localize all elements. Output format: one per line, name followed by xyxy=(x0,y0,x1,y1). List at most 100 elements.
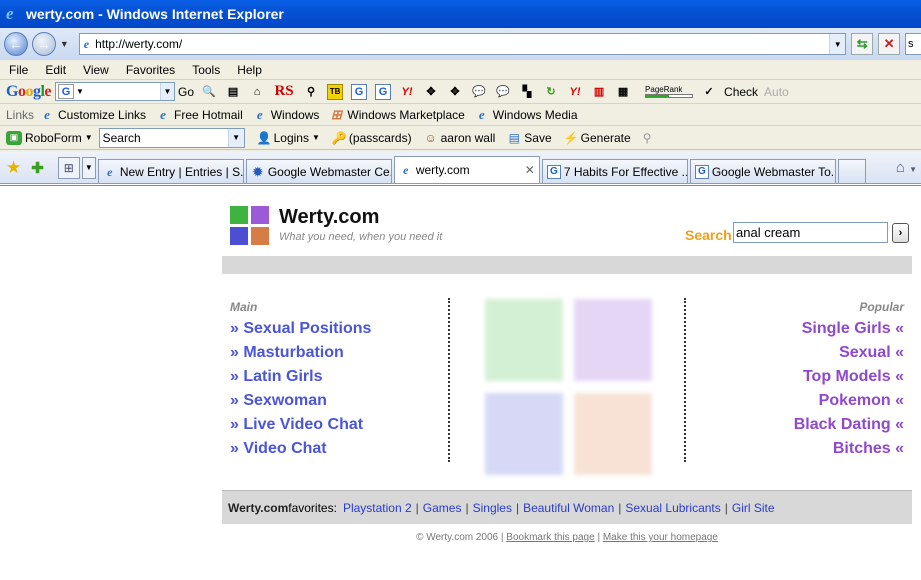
lightning-icon: ⚡ xyxy=(563,130,579,145)
news-icon[interactable]: ▤ xyxy=(225,84,241,100)
roboform-save-button[interactable]: ▤ Save xyxy=(507,131,552,145)
bookmark-page-link[interactable]: Bookmark this page xyxy=(506,532,594,543)
google-icon-2[interactable]: G xyxy=(375,83,392,100)
popular-link-bitches[interactable]: Bitches « xyxy=(794,439,904,463)
check-button[interactable]: Check xyxy=(724,85,758,99)
fav-link-beautiful-woman[interactable]: Beautiful Woman xyxy=(523,501,614,515)
spellcheck-icon[interactable]: ✓ xyxy=(701,84,717,100)
pagerank-meter[interactable]: PageRank xyxy=(645,85,694,98)
browser-search-input[interactable]: s xyxy=(905,33,921,55)
chat-bubble-icon-2[interactable]: 💬 xyxy=(495,84,511,100)
main-link-latin-girls[interactable]: » Latin Girls xyxy=(230,367,371,391)
logo-square-orange xyxy=(251,227,269,245)
tab-7-habits[interactable]: G7 Habits For Effective ... xyxy=(541,159,688,183)
menu-edit[interactable]: Edit xyxy=(36,63,74,77)
chevron-down-icon[interactable]: ▼ xyxy=(85,133,93,142)
fav-link-singles[interactable]: Singles xyxy=(473,501,512,515)
address-input[interactable]: http://werty.com/ xyxy=(95,37,829,51)
roboform-menu[interactable]: RoboForm xyxy=(25,131,82,145)
tab-google-webmaster-central[interactable]: ✹ Google Webmaster Ce... xyxy=(245,159,392,183)
tb-button[interactable]: TB xyxy=(327,83,344,100)
tab-werty[interactable]: e werty.com ✕ xyxy=(393,156,540,183)
menu-tools[interactable]: Tools xyxy=(183,63,228,77)
fav-link-playstation-2[interactable]: Playstation 2 xyxy=(343,501,412,515)
tab-google-webmaster-tools[interactable]: G Google Webmaster To... xyxy=(689,159,836,183)
link-icon[interactable]: ⚲ xyxy=(303,84,319,100)
diamond-arrows-icon[interactable]: ✥ xyxy=(423,84,439,100)
menu-help[interactable]: Help xyxy=(228,63,270,77)
forward-button[interactable]: → xyxy=(31,32,56,56)
address-dropdown-icon[interactable]: ▼ xyxy=(829,34,846,54)
google-icon: G xyxy=(694,164,709,179)
chart-icon[interactable]: ▥ xyxy=(591,84,607,100)
bookmark-icon[interactable]: ⌂ xyxy=(249,84,265,100)
popular-link-pokemon[interactable]: Pokemon « xyxy=(794,391,904,415)
link-customize-links[interactable]: e Customize Links xyxy=(40,107,146,122)
site-title[interactable]: Werty.com xyxy=(279,206,379,229)
google-logo[interactable]: Google xyxy=(6,83,51,101)
add-favorite-icon[interactable]: ✚ xyxy=(31,159,44,177)
yahoo-icon-2[interactable]: Y! xyxy=(567,84,583,100)
refresh-button[interactable]: ⇆ xyxy=(851,33,874,55)
roboform-generate-button[interactable]: ⚡ Generate xyxy=(564,131,631,145)
site-search-input[interactable] xyxy=(733,222,888,243)
magnifier-icon[interactable]: 🔍 xyxy=(201,84,217,100)
main-link-sexwoman[interactable]: » Sexwoman xyxy=(230,391,371,415)
google-search-input[interactable]: G ▼ ▼ xyxy=(55,82,176,101)
roboform-identity-button[interactable]: ☺ aaron wall xyxy=(424,131,495,145)
new-tab-button[interactable] xyxy=(837,159,866,183)
yahoo-icon[interactable]: Y! xyxy=(399,84,415,100)
site-logo[interactable] xyxy=(230,206,270,246)
chat-bubble-icon[interactable]: 💬 xyxy=(471,84,487,100)
ie-icon: e xyxy=(160,106,166,122)
rs-button[interactable]: RS xyxy=(273,83,295,100)
make-homepage-link[interactable]: Make this your homepage xyxy=(603,532,718,543)
link-windows-marketplace[interactable]: ⊞ Windows Marketplace xyxy=(329,107,465,122)
home-icon[interactable]: ⌂ ▼ xyxy=(896,159,917,176)
history-dropdown-icon[interactable]: ▼ xyxy=(60,39,69,49)
popular-link-black-dating[interactable]: Black Dating « xyxy=(794,415,904,439)
fav-link-games[interactable]: Games xyxy=(423,501,462,515)
popular-link-single-girls[interactable]: Single Girls « xyxy=(794,319,904,343)
main-link-video-chat[interactable]: » Video Chat xyxy=(230,439,371,463)
separator: | xyxy=(415,500,419,515)
address-bar[interactable]: e http://werty.com/ ▼ xyxy=(78,33,847,55)
popular-link-top-models[interactable]: Top Models « xyxy=(794,367,904,391)
menu-file[interactable]: File xyxy=(0,63,36,77)
site-search-button[interactable]: › xyxy=(892,223,909,243)
links-label: Links xyxy=(6,107,35,122)
main-link-masturbation[interactable]: » Masturbation xyxy=(230,343,371,367)
popular-link-sexual[interactable]: Sexual « xyxy=(794,343,904,367)
tab-list-button[interactable]: ▼ xyxy=(81,156,96,179)
page-ie-icon: e xyxy=(83,36,90,51)
fav-link-sexual-lubricants[interactable]: Sexual Lubricants xyxy=(625,501,720,515)
google-search-dropdown-icon[interactable]: ▼ xyxy=(160,83,175,100)
roboform-logins-button[interactable]: 👤 Logins ▼ xyxy=(257,131,320,145)
close-tab-icon[interactable]: ✕ xyxy=(519,163,535,177)
refresh-green-icon[interactable]: ↻ xyxy=(543,84,559,100)
quick-tabs-button[interactable]: ⊞ xyxy=(57,156,80,179)
pin-icon[interactable]: ⚲ xyxy=(643,131,652,145)
stop-button[interactable]: ✕ xyxy=(878,33,901,55)
link-windows-media[interactable]: e Windows Media xyxy=(475,107,578,122)
roboform-search-dropdown-icon[interactable]: ▼ xyxy=(227,128,244,147)
tab-new-entry[interactable]: e New Entry | Entries | S... xyxy=(97,159,244,183)
autofill-button[interactable]: Auto xyxy=(764,85,789,99)
menu-favorites[interactable]: Favorites xyxy=(117,63,183,77)
roboform-search-input[interactable]: Search ▼ xyxy=(98,127,245,148)
main-link-live-video-chat[interactable]: » Live Video Chat xyxy=(230,415,371,439)
google-icon[interactable]: G xyxy=(351,83,368,100)
back-button[interactable]: ← xyxy=(4,32,28,56)
fav-link-girl-site[interactable]: Girl Site xyxy=(732,501,775,515)
link-free-hotmail[interactable]: e Free Hotmail xyxy=(156,106,243,122)
link-windows[interactable]: e Windows xyxy=(253,107,320,122)
roboform-passcards-button[interactable]: 🔑 (passcards) xyxy=(332,131,412,145)
google-go-button[interactable]: Go xyxy=(178,85,194,99)
separator: | xyxy=(724,500,728,515)
diamond-arrows-icon-2[interactable]: ✥ xyxy=(447,84,463,100)
favorites-star-icon[interactable]: ★ xyxy=(6,158,21,178)
delicious-icon[interactable]: ▚ xyxy=(519,84,535,100)
main-link-sexual-positions[interactable]: » Sexual Positions xyxy=(230,319,371,343)
menu-view[interactable]: View xyxy=(74,63,117,77)
archive-icon[interactable]: ▦ xyxy=(615,84,631,100)
